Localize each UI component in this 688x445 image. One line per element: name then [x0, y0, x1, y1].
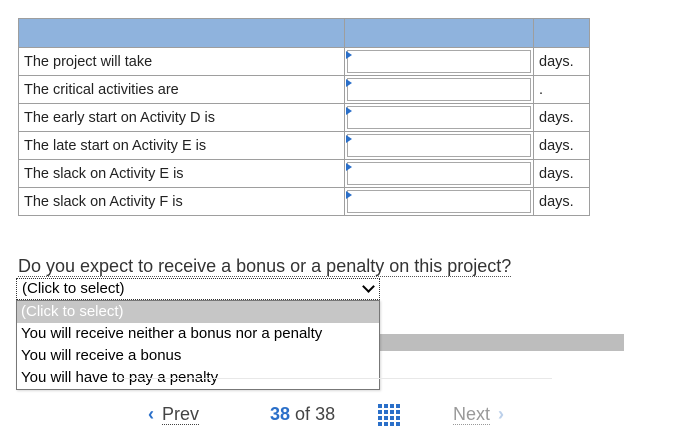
- next-button[interactable]: Next ›: [453, 404, 504, 425]
- answer-table: The project will take days. The critical…: [18, 18, 590, 216]
- header-cell: [18, 18, 345, 48]
- chevron-left-icon: ‹: [148, 404, 154, 424]
- table-row: The project will take days.: [18, 47, 590, 76]
- header-cell: [533, 18, 590, 48]
- flag-icon: [346, 191, 352, 199]
- chevron-right-icon: ›: [498, 404, 505, 424]
- footer-divider: [120, 378, 552, 379]
- answer-input-slack-e[interactable]: [347, 162, 531, 185]
- row-label: The project will take: [18, 47, 345, 76]
- select-dropdown-list: (Click to select) You will receive neith…: [16, 300, 380, 390]
- row-unit: days.: [533, 47, 590, 76]
- flag-icon: [346, 107, 352, 115]
- current-page: 38: [270, 404, 291, 424]
- flag-icon: [346, 51, 352, 59]
- answer-cell: [344, 187, 534, 216]
- row-label: The critical activities are: [18, 75, 345, 104]
- table-row: The slack on Activity E is days.: [18, 159, 590, 188]
- answer-input-early-start-d[interactable]: [347, 106, 531, 129]
- answer-input-project-duration[interactable]: [347, 50, 531, 73]
- total-pages: 38: [315, 404, 336, 424]
- row-label: The early start on Activity D is: [18, 103, 345, 132]
- row-unit: days.: [533, 159, 590, 188]
- row-unit: days.: [533, 131, 590, 160]
- flag-icon: [346, 163, 352, 171]
- answer-input-slack-f[interactable]: [347, 190, 531, 213]
- table-row: The slack on Activity F is days.: [18, 187, 590, 216]
- grid-icon[interactable]: [378, 404, 400, 426]
- answer-input-late-start-e[interactable]: [347, 134, 531, 157]
- flag-icon: [346, 79, 352, 87]
- next-label: Next: [453, 404, 491, 425]
- of-label: of: [295, 404, 311, 424]
- flag-icon: [346, 135, 352, 143]
- header-cell: [344, 18, 534, 48]
- row-unit: days.: [533, 187, 590, 216]
- table-header-row: [18, 18, 590, 48]
- question-text: Do you expect to receive a bonus or a pe…: [18, 256, 512, 277]
- row-unit: .: [533, 75, 590, 104]
- page-indicator: 38 of 38: [270, 404, 335, 425]
- table-row: The late start on Activity E is days.: [18, 131, 590, 160]
- row-label: The slack on Activity E is: [18, 159, 345, 188]
- row-label: The slack on Activity F is: [18, 187, 345, 216]
- select-value[interactable]: (Click to select): [19, 280, 377, 298]
- progress-bar-track: [378, 334, 624, 351]
- select-option[interactable]: (Click to select): [17, 301, 379, 323]
- table-row: The early start on Activity D is days.: [18, 103, 590, 132]
- bonus-penalty-select[interactable]: (Click to select): [16, 278, 380, 300]
- select-option[interactable]: You will receive a bonus: [17, 345, 379, 367]
- answer-cell: [344, 103, 534, 132]
- answer-cell: [344, 47, 534, 76]
- row-unit: days.: [533, 103, 590, 132]
- answer-input-critical-activities[interactable]: [347, 78, 531, 101]
- table-row: The critical activities are .: [18, 75, 590, 104]
- select-option[interactable]: You will receive neither a bonus nor a p…: [17, 323, 379, 345]
- prev-label: Prev: [162, 404, 200, 425]
- answer-cell: [344, 159, 534, 188]
- answer-cell: [344, 131, 534, 160]
- row-label: The late start on Activity E is: [18, 131, 345, 160]
- prev-button[interactable]: ‹ Prev: [148, 404, 200, 425]
- answer-cell: [344, 75, 534, 104]
